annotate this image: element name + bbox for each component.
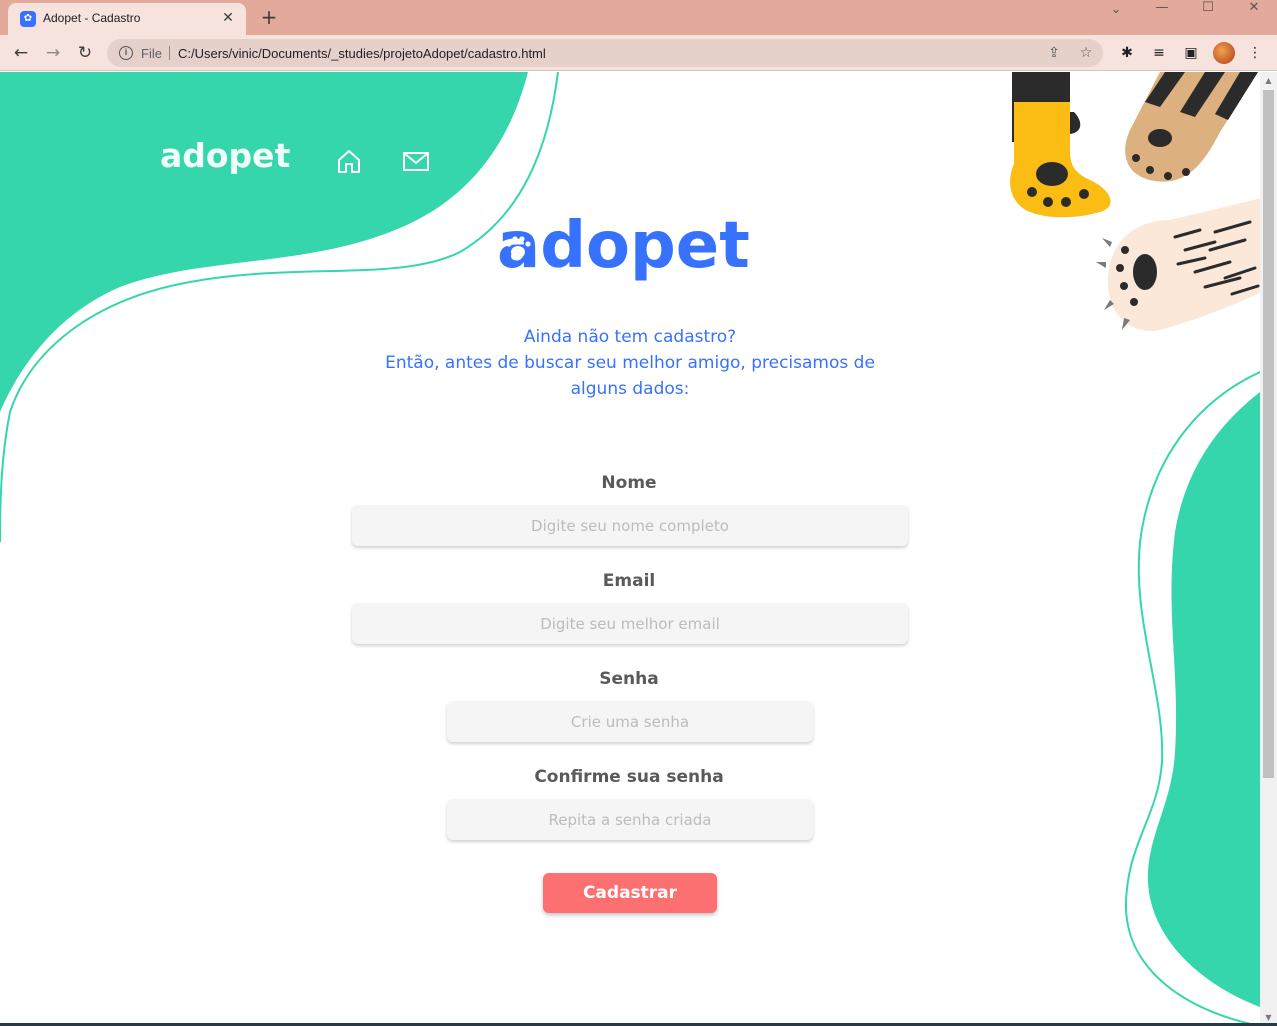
password-input[interactable] [447,701,813,742]
reload-button[interactable]: ↻ [72,41,98,65]
mail-icon[interactable] [403,148,429,174]
extensions-icon[interactable]: ✱ [1117,43,1137,63]
media-icon[interactable]: ≡ [1149,43,1169,63]
cat-paws-illustration [1010,72,1262,331]
minimize-button[interactable]: — [1139,0,1185,30]
main-brand-logo: adopet [497,210,750,283]
tab-strip: ✿ Adopet - Cadastro ✕ + ⌄ — ☐ ✕ [0,0,1277,35]
scroll-down-icon[interactable]: ▼ [1264,1013,1273,1022]
register-button[interactable]: Cadastrar [543,873,717,913]
cream-paw [1096,198,1262,331]
intro-text: Ainda não tem cadastro? Então, antes de … [340,324,920,402]
email-input[interactable] [352,603,908,644]
address-divider [169,46,170,60]
star-icon[interactable]: ☆ [1077,44,1095,62]
adopet-favicon-icon: ✿ [20,11,36,27]
intro-line-1: Ainda não tem cadastro? [523,327,737,347]
intro-line-3: alguns dados: [570,379,690,399]
forward-button[interactable]: → [40,41,66,65]
tab-title: Adopet - Cadastro [43,11,141,25]
name-input[interactable] [352,505,908,546]
browser-tab[interactable]: ✿ Adopet - Cadastro ✕ [8,3,246,35]
url-text[interactable]: C:/Users/vinic/Documents/_studies/projet… [178,46,546,61]
maximize-button[interactable]: ☐ [1185,0,1231,30]
back-button[interactable]: ← [8,41,34,65]
home-icon[interactable] [336,148,362,174]
email-label: Email [602,571,656,591]
scrollbar-thumb[interactable] [1263,90,1274,778]
new-tab-button[interactable]: + [257,5,281,29]
browser-toolbar: ← → ↻ i File C:/Users/vinic/Documents/_s… [0,35,1277,71]
page-scrollbar[interactable]: ▲ ▼ [1260,72,1277,1026]
confirm-password-input[interactable] [447,799,813,840]
svg-text:adopet: adopet [497,210,750,283]
intro-line-2: Então, antes de buscar seu melhor amigo,… [385,353,875,373]
info-icon[interactable]: i [119,46,133,60]
menu-icon[interactable]: ⋮ [1245,43,1265,63]
close-tab-icon[interactable]: ✕ [218,8,238,28]
orange-paw [1010,72,1111,218]
profile-avatar[interactable] [1213,42,1235,64]
scroll-up-icon[interactable]: ▲ [1264,76,1273,85]
name-label: Nome [601,473,657,493]
share-icon[interactable]: ⇪ [1045,44,1063,62]
url-scheme-label: File [141,46,162,61]
page-viewport: adopet adopet Ainda não tem cadastro? En… [0,72,1277,1026]
close-window-button[interactable]: ✕ [1231,0,1277,30]
address-bar[interactable]: i File C:/Users/vinic/Documents/_studies… [107,39,1103,67]
side-panel-icon[interactable]: ▣ [1181,43,1201,63]
password-label: Senha [599,669,659,689]
tab-search-icon[interactable]: ⌄ [1093,2,1139,32]
header-brand-logo[interactable]: adopet [160,136,292,176]
svg-text:adopet: adopet [160,136,291,175]
confirm-password-label: Confirme sua senha [534,767,724,787]
tan-paw [1125,72,1258,182]
